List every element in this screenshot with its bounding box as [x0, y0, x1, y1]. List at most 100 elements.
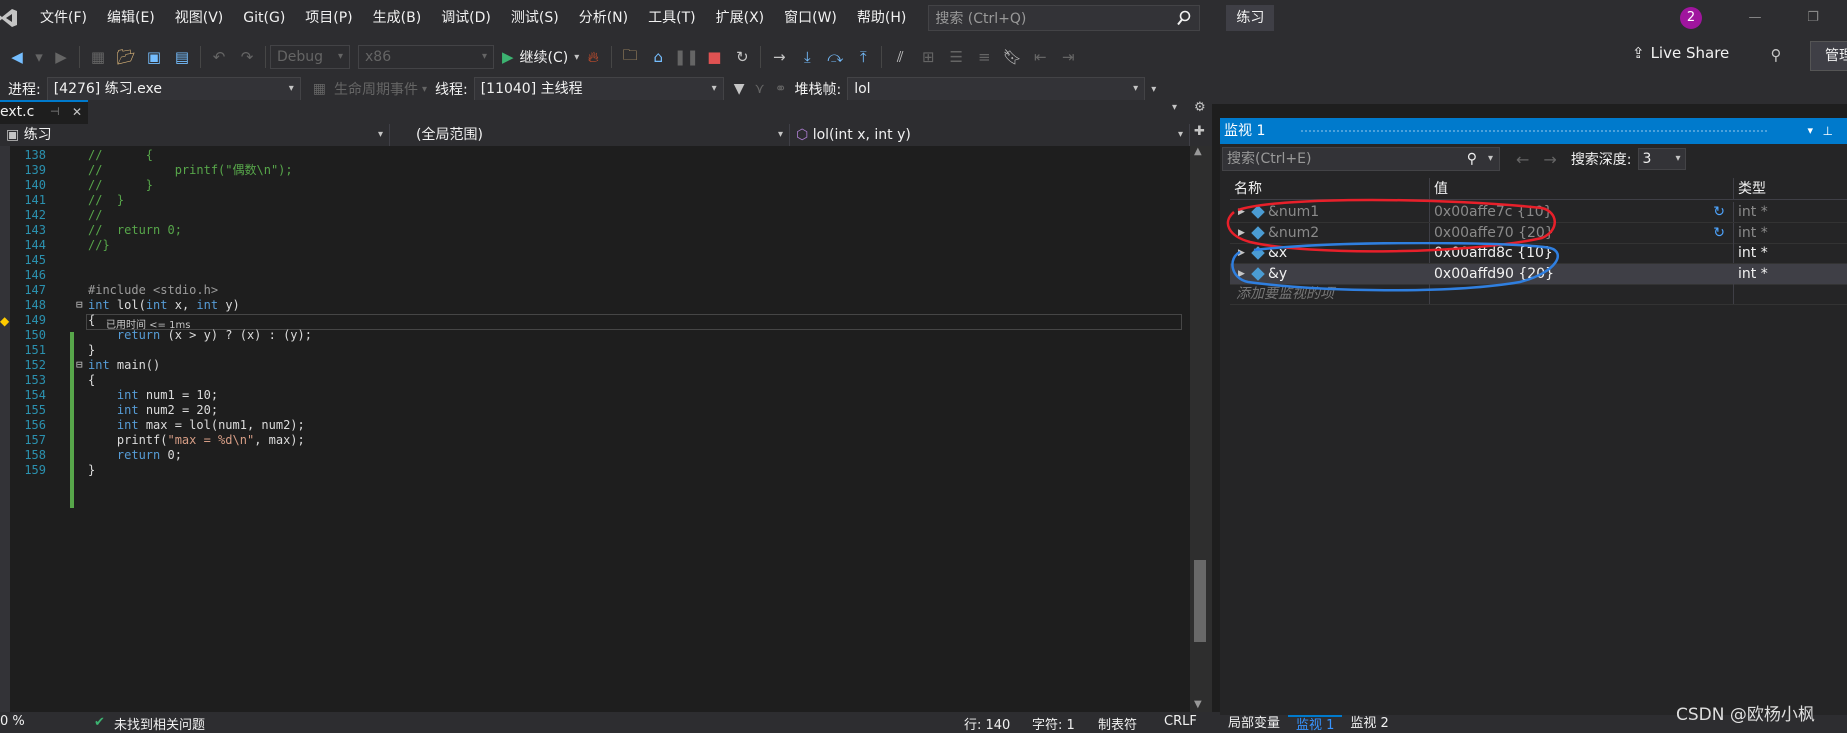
- scroll-down-icon[interactable]: ▼: [1194, 699, 1202, 710]
- menu-item-9[interactable]: 工具(T): [638, 0, 705, 36]
- bookmark-icon[interactable]: 🔖︎: [1001, 46, 1023, 68]
- bottom-tab-2[interactable]: 监视 2: [1342, 715, 1396, 733]
- configuration-select[interactable]: Debug ▾: [270, 45, 350, 69]
- navigate-back-icon[interactable]: ◀: [6, 46, 28, 68]
- manage-button[interactable]: 管理: [1810, 41, 1847, 71]
- step-over-icon[interactable]: ⤼: [824, 46, 846, 68]
- browse-folder-icon[interactable]: 🗀: [619, 46, 641, 68]
- hex-display-icon[interactable]: ⫽: [889, 46, 911, 68]
- refresh-icon[interactable]: ↻: [1713, 223, 1725, 244]
- watch-value-cell[interactable]: 0x00affd8c {10}: [1430, 243, 1734, 263]
- stop-debugging-icon[interactable]: ■: [703, 46, 725, 68]
- split-icon[interactable]: ✚: [1194, 124, 1205, 139]
- watch-name-cell[interactable]: ▶ &y: [1230, 263, 1430, 285]
- perf-tip[interactable]: 已用时间 <= 1ms: [106, 316, 190, 331]
- save-all-icon[interactable]: ▤: [171, 46, 193, 68]
- watch-name-cell[interactable]: ▶ &num2: [1230, 222, 1430, 244]
- tabs-mode[interactable]: 制表符: [1098, 714, 1137, 733]
- minimize-button[interactable]: —: [1732, 0, 1778, 36]
- refresh-icon[interactable]: ↻: [1713, 202, 1725, 223]
- gear-icon[interactable]: ⚙: [1194, 100, 1206, 115]
- navigate-forward-icon[interactable]: ▶: [50, 46, 72, 68]
- menu-item-12[interactable]: 帮助(H): [847, 0, 916, 36]
- zoom-level[interactable]: 0 %: [0, 714, 25, 729]
- watch-value-cell[interactable]: 0x00affe70 {20} ↻: [1430, 222, 1734, 244]
- save-icon[interactable]: ▣: [143, 46, 165, 68]
- menu-item-5[interactable]: 生成(B): [363, 0, 432, 36]
- global-search-input[interactable]: 搜索 (Ctrl+Q): [928, 5, 1201, 31]
- watch-name-cell[interactable]: ▶ &num1: [1230, 202, 1430, 222]
- tab-list-icon[interactable]: ▾: [1172, 102, 1177, 113]
- expand-arrow-icon[interactable]: ▶: [1238, 264, 1245, 285]
- toggle-threads-icon[interactable]: ⊞: [917, 46, 939, 68]
- menu-item-7[interactable]: 测试(S): [501, 0, 569, 36]
- bottom-tab-0[interactable]: 局部变量: [1220, 715, 1288, 733]
- search-previous-icon[interactable]: ←: [1516, 150, 1529, 169]
- platform-select[interactable]: x86 ▾: [358, 45, 494, 69]
- watch-value-cell[interactable]: 0x00affe7c {10} ↻: [1430, 202, 1734, 222]
- flag-threads-icon[interactable]: ⚭: [775, 81, 787, 97]
- comment-icon[interactable]: ☰: [945, 46, 967, 68]
- pin-icon[interactable]: ⊥: [1823, 118, 1833, 144]
- chevron-down-icon[interactable]: ▾: [1807, 118, 1813, 144]
- stackframe-select[interactable]: lol ▾: [847, 77, 1146, 101]
- open-folder-icon[interactable]: 📂︎: [115, 46, 137, 68]
- filter-clear-icon[interactable]: ⋎: [754, 81, 764, 97]
- watch-row[interactable]: ▶ &x 0x00affd8c {10} int *: [1230, 243, 1847, 264]
- close-icon[interactable]: ✕: [72, 102, 82, 122]
- watch-row[interactable]: ▶ &num1 0x00affe7c {10} ↻ int *: [1230, 202, 1847, 223]
- menu-item-0[interactable]: 文件(F): [30, 0, 97, 36]
- continue-button[interactable]: ▶ 继续(C) ▾: [502, 47, 579, 67]
- redo-icon[interactable]: ↷: [236, 46, 258, 68]
- watch-row[interactable]: ▶ &num2 0x00affe70 {20} ↻ int *: [1230, 222, 1847, 244]
- next-bookmark-icon[interactable]: ⇥: [1057, 46, 1079, 68]
- column-type[interactable]: 类型: [1734, 178, 1847, 200]
- thread-select[interactable]: [11040] 主线程 ▾: [473, 77, 724, 101]
- add-watch-row[interactable]: 添加要监视的项: [1230, 284, 1847, 305]
- notification-badge[interactable]: 2: [1680, 7, 1702, 29]
- dropdown-arrow-icon[interactable]: ▾: [34, 46, 44, 68]
- undo-icon[interactable]: ↶: [208, 46, 230, 68]
- visual-studio-logo-icon[interactable]: [0, 5, 20, 31]
- menu-item-8[interactable]: 分析(N): [569, 0, 638, 36]
- solution-name[interactable]: 练习: [1226, 5, 1275, 31]
- watch-name-cell[interactable]: ▶ &x: [1230, 243, 1430, 263]
- project-select[interactable]: ▣ 练习 ▾: [0, 124, 390, 146]
- scope-select[interactable]: (全局范围) ▾: [390, 124, 790, 146]
- uncomment-icon[interactable]: ≡: [973, 46, 995, 68]
- filter-icon[interactable]: ▼: [734, 81, 745, 97]
- watch-value-cell[interactable]: 0x00affd90 {20}: [1430, 263, 1734, 284]
- column-name[interactable]: 名称: [1230, 178, 1430, 200]
- search-depth-select[interactable]: 3 ▾: [1637, 148, 1686, 170]
- menu-item-11[interactable]: 窗口(W): [774, 0, 847, 36]
- pin-icon[interactable]: ⊣: [50, 102, 60, 122]
- char-number[interactable]: 字符: 1: [1032, 714, 1075, 733]
- menu-item-10[interactable]: 扩展(X): [706, 0, 775, 36]
- show-next-statement-icon[interactable]: →: [768, 46, 790, 68]
- menu-item-2[interactable]: 视图(V): [165, 0, 234, 36]
- toolbar-options-icon[interactable]: ▾: [1151, 84, 1156, 95]
- diagnostic-tools-icon[interactable]: ⌂: [647, 46, 669, 68]
- menu-item-6[interactable]: 调试(D): [431, 0, 501, 36]
- expand-arrow-icon[interactable]: ▶: [1238, 223, 1245, 244]
- lifecycle-events-icon[interactable]: ▦: [313, 81, 326, 97]
- line-number[interactable]: 行: 140: [964, 714, 1010, 733]
- column-value[interactable]: 值: [1430, 178, 1734, 200]
- add-watch-placeholder[interactable]: 添加要监视的项: [1230, 284, 1430, 304]
- watch-row[interactable]: ▶ &y 0x00affd90 {20} int *: [1230, 263, 1847, 285]
- menu-item-1[interactable]: 编辑(E): [97, 0, 165, 36]
- live-share-button[interactable]: ⇪ Live Share: [1632, 44, 1729, 62]
- new-project-icon[interactable]: ▦: [87, 46, 109, 68]
- issues-status[interactable]: 未找到相关问题: [114, 714, 205, 733]
- restart-icon[interactable]: ↻: [731, 46, 753, 68]
- code-line[interactable]: 159}: [0, 461, 1190, 479]
- prev-bookmark-icon[interactable]: ⇤: [1029, 46, 1051, 68]
- watch-title-bar[interactable]: 监视 1 ▾ ⊥: [1220, 118, 1847, 144]
- watch-search-input[interactable]: 搜索(Ctrl+E) ⚲ ▾: [1222, 147, 1500, 171]
- search-next-icon[interactable]: →: [1543, 150, 1556, 169]
- scroll-up-icon[interactable]: ▲: [1194, 146, 1202, 157]
- lifecycle-events-label[interactable]: 生命周期事件: [334, 79, 418, 99]
- feedback-icon[interactable]: ⚲: [1765, 44, 1787, 66]
- menu-item-3[interactable]: Git(G): [233, 0, 295, 36]
- break-all-icon[interactable]: ❚❚: [674, 46, 699, 68]
